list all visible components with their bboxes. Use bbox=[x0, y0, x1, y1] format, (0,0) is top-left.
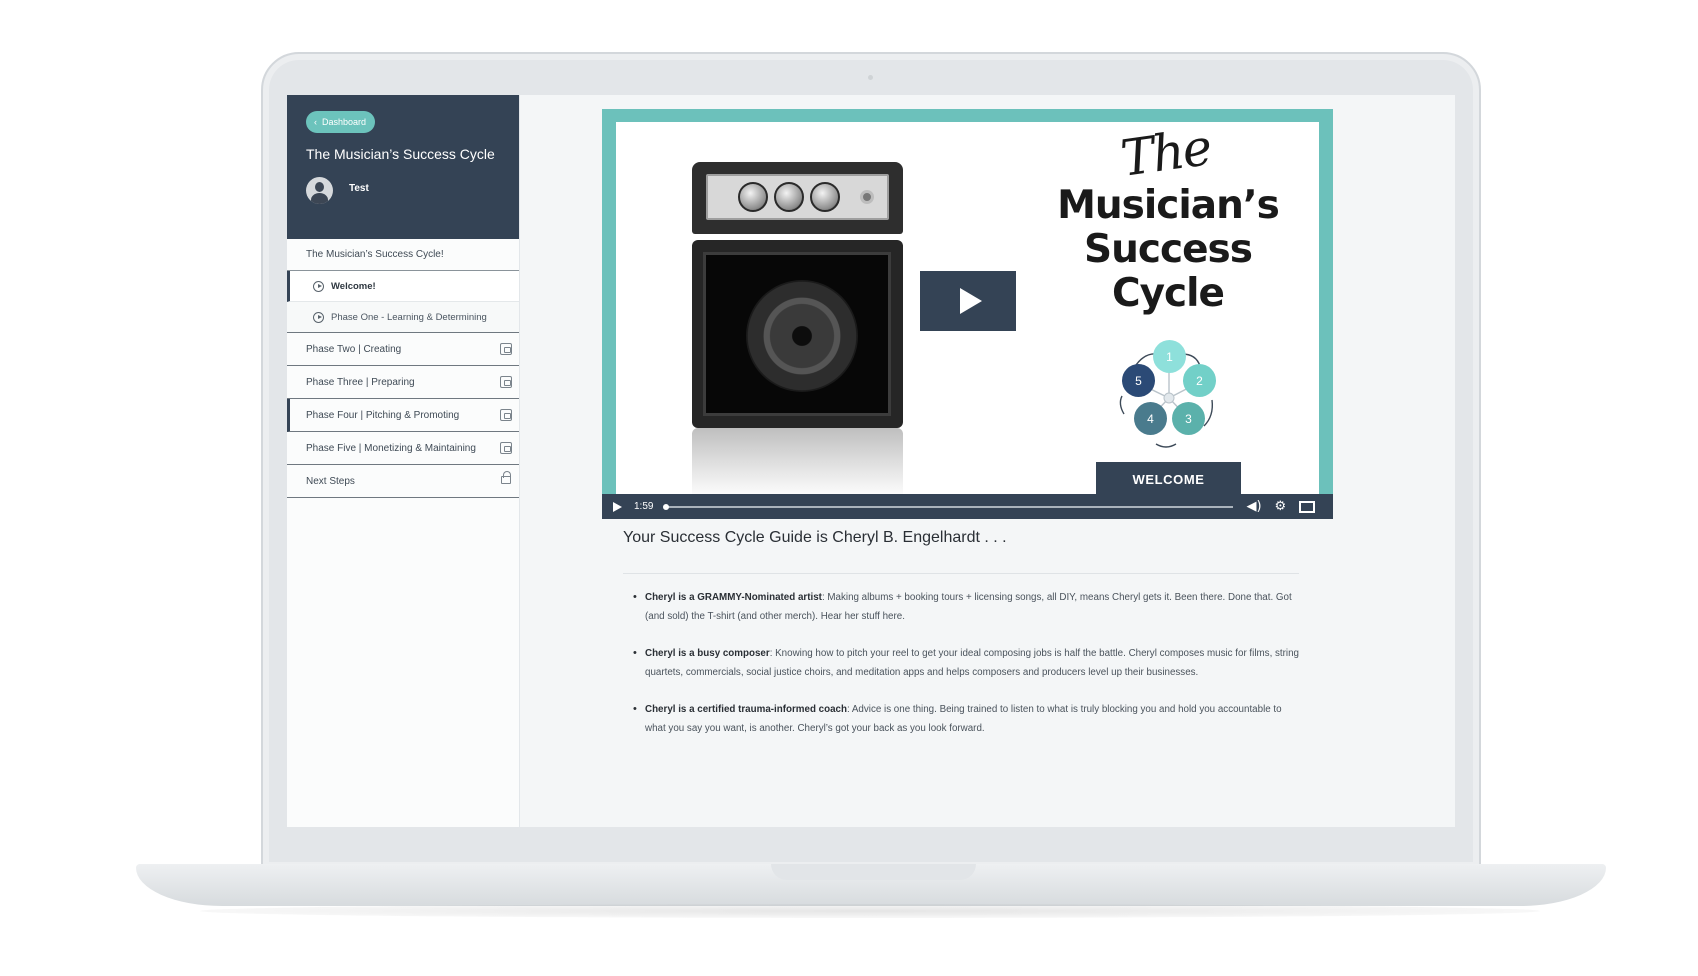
laptop-camera bbox=[868, 75, 873, 80]
cycle-diagram: 1 2 3 4 5 bbox=[1114, 340, 1224, 452]
chevron-left-icon: ‹ bbox=[314, 116, 317, 127]
list-item: Cheryl is a certified trauma-informed co… bbox=[633, 700, 1299, 738]
sidebar-item-welcome[interactable]: Welcome! bbox=[287, 271, 519, 302]
list-item: Cheryl is a GRAMMY-Nominated artist: Mak… bbox=[633, 588, 1299, 626]
cycle-node-3: 3 bbox=[1172, 402, 1205, 435]
course-sidebar: ‹ Dashboard The Musician’s Success Cycle… bbox=[287, 95, 520, 827]
sidebar-item-phase-five[interactable]: Phase Five | Monetizing & Maintaining bbox=[287, 432, 519, 465]
fullscreen-icon[interactable] bbox=[1299, 500, 1316, 513]
sidebar-header: ‹ Dashboard The Musician’s Success Cycle… bbox=[287, 95, 519, 239]
sidebar-item-phase-two[interactable]: Phase Two | Creating bbox=[287, 333, 519, 366]
sidebar-item-label: Next Steps bbox=[306, 475, 355, 487]
sidebar-item-phase-four[interactable]: Phase Four | Pitching & Promoting bbox=[287, 399, 519, 432]
sidebar-item-label: Phase Five | Monetizing & Maintaining bbox=[306, 442, 476, 454]
laptop-shadow bbox=[200, 904, 1540, 918]
list-item-bold: Cheryl is a GRAMMY-Nominated artist bbox=[645, 592, 822, 603]
slide-title-line: Success bbox=[1084, 227, 1253, 272]
app-screen: ‹ Dashboard The Musician’s Success Cycle… bbox=[287, 95, 1455, 827]
calendar-lock-icon bbox=[500, 442, 512, 454]
slide-title-line: Musician’s bbox=[1057, 183, 1280, 228]
sidebar-item-label: Phase Two | Creating bbox=[306, 343, 402, 355]
settings-gear-icon[interactable]: ⚙ bbox=[1275, 499, 1287, 514]
sidebar-item-phase-three[interactable]: Phase Three | Preparing bbox=[287, 366, 519, 399]
bio-list: Cheryl is a GRAMMY-Nominated artist: Mak… bbox=[633, 588, 1299, 756]
user-info: Test bbox=[306, 177, 500, 204]
cycle-node-1: 1 bbox=[1153, 340, 1186, 373]
page-title: Your Success Cycle Guide is Cheryl B. En… bbox=[623, 529, 1007, 546]
video-thumbnail: The Musician’s Success Cycle 1 2 3 4 5 W… bbox=[616, 122, 1319, 494]
volume-icon[interactable]: ◀) bbox=[1246, 499, 1261, 514]
play-icon[interactable] bbox=[613, 501, 622, 512]
avatar[interactable] bbox=[306, 177, 333, 204]
course-title: The Musician’s Success Cycle bbox=[306, 146, 495, 162]
sidebar-item-label: The Musician’s Success Cycle! bbox=[306, 249, 444, 260]
sidebar-item-course-intro[interactable]: The Musician’s Success Cycle! bbox=[287, 239, 519, 271]
dashboard-back-button[interactable]: ‹ Dashboard bbox=[306, 111, 376, 133]
laptop-mockup: ‹ Dashboard The Musician’s Success Cycle… bbox=[0, 0, 1698, 976]
sidebar-item-label: Phase Three | Preparing bbox=[306, 376, 415, 388]
cycle-node-4: 4 bbox=[1134, 402, 1167, 435]
list-item: Cheryl is a busy composer: Knowing how t… bbox=[633, 644, 1299, 682]
slide-title: Musician’s Success Cycle bbox=[1046, 184, 1290, 316]
sidebar-item-next-steps[interactable]: Next Steps bbox=[287, 465, 519, 498]
list-item-bold: Cheryl is a certified trauma-informed co… bbox=[645, 704, 847, 715]
sidebar-item-label: Welcome! bbox=[331, 280, 376, 292]
amplifier-image bbox=[692, 162, 903, 428]
slide-script-text: The bbox=[1117, 122, 1214, 188]
amplifier-reflection bbox=[692, 428, 903, 494]
calendar-lock-icon bbox=[500, 343, 512, 355]
play-circle-icon bbox=[313, 311, 324, 323]
dashboard-label: Dashboard bbox=[322, 117, 367, 127]
padlock-icon bbox=[501, 471, 511, 484]
video-controls: 1:59 ◀) ⚙ bbox=[602, 494, 1333, 519]
laptop-notch bbox=[771, 864, 976, 880]
sidebar-item-label: Phase One - Learning & Determining bbox=[331, 311, 487, 323]
sidebar-item-phase-one[interactable]: Phase One - Learning & Determining bbox=[287, 302, 519, 333]
video-progress-bar[interactable] bbox=[663, 503, 1234, 510]
video-player[interactable]: The Musician’s Success Cycle 1 2 3 4 5 W… bbox=[602, 109, 1333, 519]
list-item-bold: Cheryl is a busy composer bbox=[645, 648, 770, 659]
divider bbox=[623, 573, 1299, 574]
calendar-lock-icon bbox=[500, 409, 512, 421]
video-time: 1:59 bbox=[634, 501, 654, 512]
sidebar-item-label: Phase Four | Pitching & Promoting bbox=[306, 409, 460, 421]
slide-title-line: Cycle bbox=[1112, 271, 1225, 316]
calendar-lock-icon bbox=[500, 376, 512, 388]
user-name: Test bbox=[349, 183, 369, 194]
cycle-node-2: 2 bbox=[1183, 364, 1216, 397]
play-circle-icon bbox=[313, 280, 324, 292]
progress-handle[interactable] bbox=[663, 503, 670, 510]
cycle-node-5: 5 bbox=[1122, 364, 1155, 397]
welcome-badge: WELCOME bbox=[1096, 462, 1241, 494]
play-video-button[interactable] bbox=[920, 271, 1016, 331]
